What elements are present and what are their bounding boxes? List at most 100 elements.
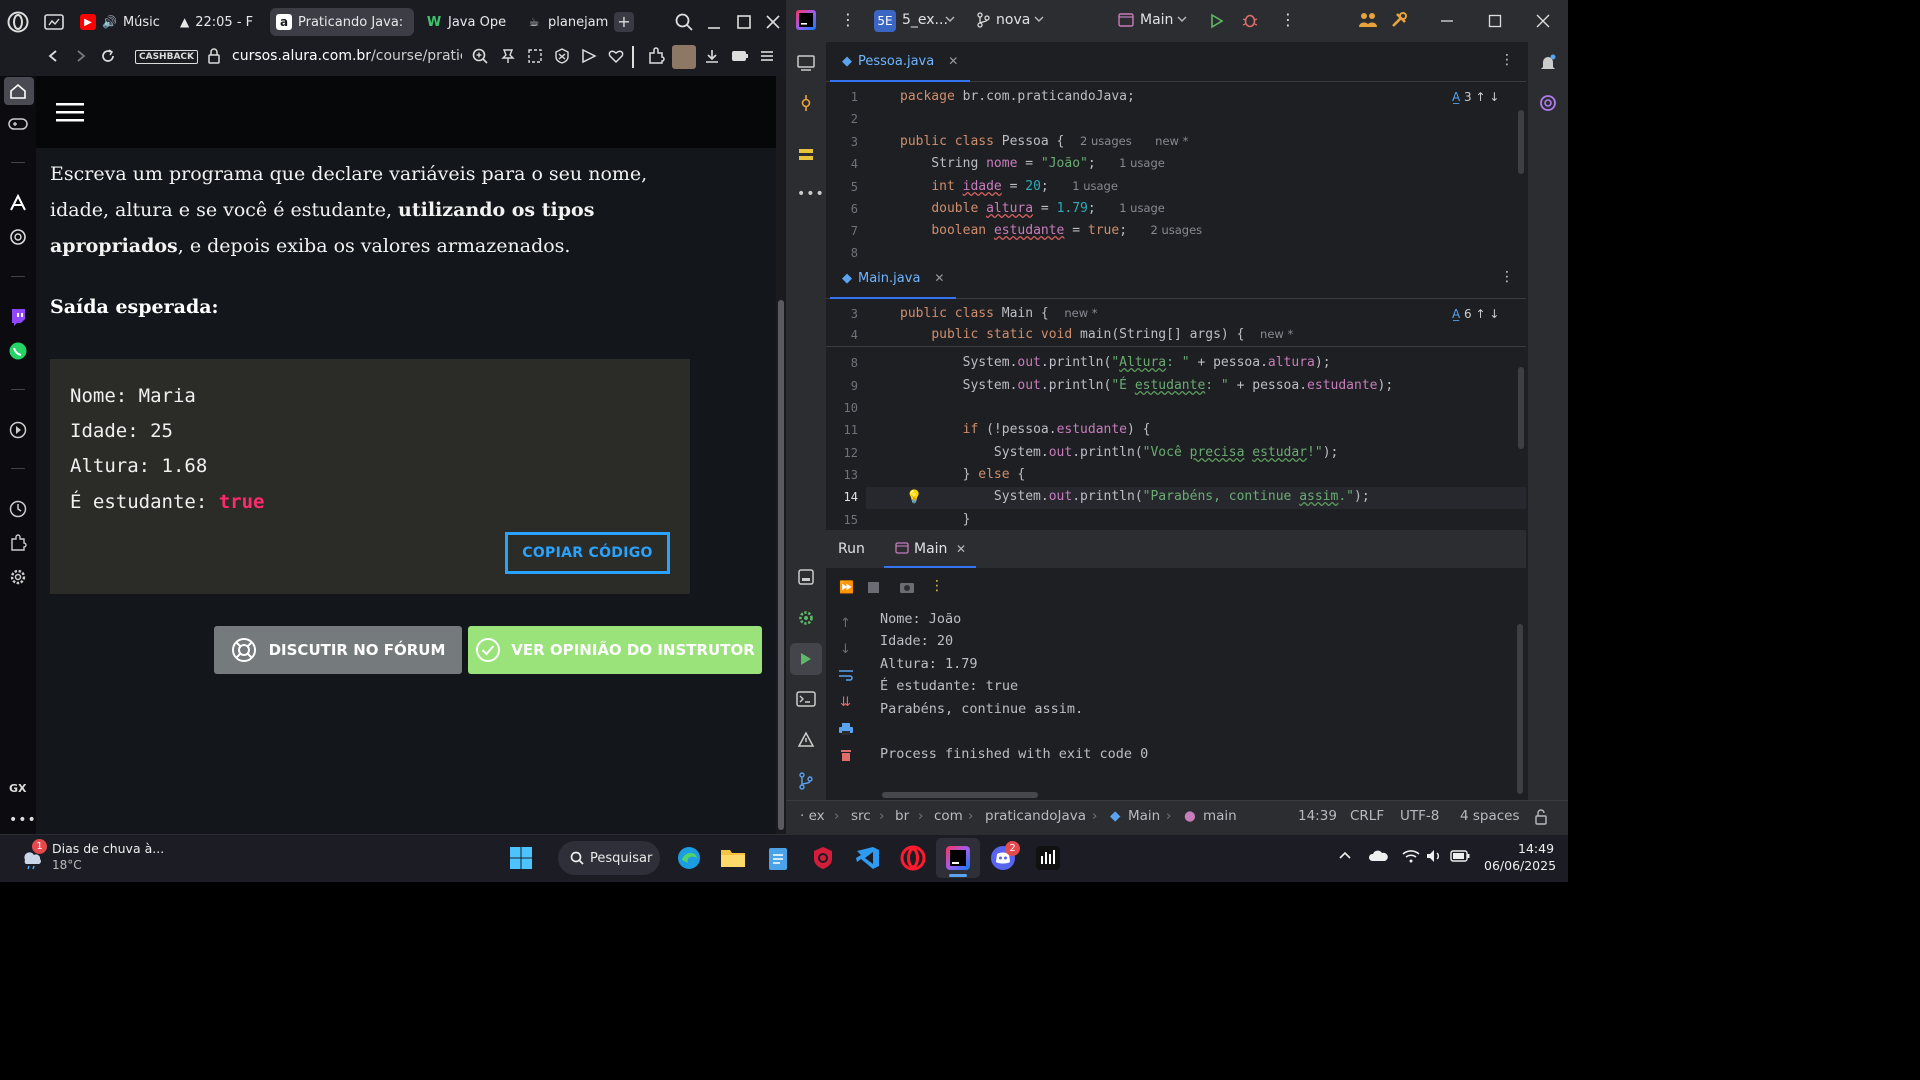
clock-date[interactable]: 06/06/2025 bbox=[1484, 858, 1556, 873]
notepad-icon[interactable] bbox=[763, 843, 793, 873]
minimize-icon[interactable] bbox=[702, 10, 726, 34]
copy-code-button[interactable]: COPIAR CÓDIGO bbox=[505, 532, 670, 574]
scroll-down-icon[interactable]: ↓ bbox=[840, 642, 851, 657]
tab-main-java[interactable]: ◆ Main.java ✕ bbox=[830, 259, 957, 299]
onedrive-icon[interactable] bbox=[1368, 849, 1388, 863]
send-icon[interactable] bbox=[577, 44, 601, 68]
tab-planejam[interactable]: ☕ planejam bbox=[520, 8, 610, 36]
adblock-icon[interactable] bbox=[550, 44, 574, 68]
lock-icon[interactable] bbox=[202, 44, 226, 68]
readonly-lock-icon[interactable] bbox=[1534, 809, 1548, 825]
profile-avatar[interactable] bbox=[672, 45, 696, 69]
new-tab-button[interactable]: + bbox=[614, 12, 634, 32]
console-v-scrollbar[interactable] bbox=[1517, 624, 1523, 794]
problems-indicator[interactable]: A̲ 6 ↑ ↓ bbox=[1452, 307, 1499, 321]
windows-start-icon[interactable] bbox=[506, 843, 536, 873]
ide-minimize-icon[interactable] bbox=[1440, 14, 1454, 28]
breadcrumb-item[interactable]: br bbox=[895, 808, 909, 824]
reload-icon[interactable] bbox=[96, 44, 120, 68]
run-tool-icon[interactable] bbox=[795, 648, 817, 670]
run-more-icon[interactable]: ⋮ bbox=[930, 578, 944, 594]
soft-wrap-icon[interactable] bbox=[838, 668, 854, 682]
ide-maximize-icon[interactable] bbox=[1488, 14, 1502, 28]
indent-setting[interactable]: 4 spaces bbox=[1460, 808, 1520, 824]
opera-icon[interactable] bbox=[898, 843, 928, 873]
search-tabs-icon[interactable] bbox=[672, 10, 696, 34]
battery-icon[interactable] bbox=[1450, 850, 1470, 862]
editor-options-icon[interactable]: ⋮ bbox=[1500, 52, 1514, 68]
project-name[interactable]: 5_ex... bbox=[902, 12, 948, 28]
more-icon[interactable]: ••• bbox=[9, 812, 37, 828]
breadcrumb-item[interactable]: praticandoJava bbox=[985, 808, 1086, 824]
run-config-icon[interactable] bbox=[1118, 13, 1134, 27]
project-tool-icon[interactable] bbox=[795, 52, 817, 74]
services-icon[interactable] bbox=[795, 566, 817, 588]
code-with-me-icon[interactable] bbox=[1358, 11, 1378, 29]
rerun-icon[interactable]: ⏩ bbox=[839, 580, 854, 594]
stop-icon[interactable] bbox=[868, 582, 879, 593]
whatsapp-icon[interactable] bbox=[8, 341, 28, 361]
console-h-scrollbar[interactable] bbox=[882, 792, 1038, 798]
close-tab-icon[interactable]: ✕ bbox=[934, 271, 944, 285]
breadcrumb-item[interactable]: src bbox=[851, 808, 871, 824]
structure-icon[interactable] bbox=[795, 144, 817, 166]
problems-indicator[interactable]: A̲ 3 ↑ ↓ bbox=[1452, 90, 1499, 104]
tab-pessoa-java[interactable]: ◆ Pessoa.java ✕ bbox=[830, 42, 971, 82]
forward-icon[interactable] bbox=[68, 44, 92, 68]
snapshot-icon[interactable] bbox=[523, 44, 547, 68]
main-editor[interactable]: 3 4 public class Main { new * public sta… bbox=[826, 301, 1526, 530]
ai-assistant-icon[interactable] bbox=[1537, 92, 1559, 114]
screenshot-icon[interactable] bbox=[899, 580, 915, 594]
notifications-icon[interactable] bbox=[1537, 52, 1559, 74]
audio-app-icon[interactable] bbox=[1033, 843, 1063, 873]
clock-time[interactable]: 14:49 bbox=[1518, 841, 1554, 856]
editor-options-icon[interactable]: ⋮ bbox=[1500, 269, 1514, 285]
debug-icon[interactable] bbox=[1242, 11, 1258, 29]
chevron-down-icon[interactable] bbox=[1034, 14, 1044, 24]
intellij-logo-icon[interactable] bbox=[796, 10, 816, 30]
tab-youtube-music[interactable]: ▶ 🔊 Músic bbox=[74, 8, 164, 36]
discuss-forum-button[interactable]: DISCUTIR NO FÓRUM bbox=[214, 626, 462, 674]
breadcrumb-item[interactable]: Main bbox=[1128, 808, 1160, 824]
terminal-icon[interactable] bbox=[795, 688, 817, 710]
taskbar-search[interactable]: Pesquisar bbox=[558, 841, 660, 875]
ide-close-icon[interactable] bbox=[1536, 14, 1550, 28]
vscode-icon[interactable] bbox=[853, 843, 883, 873]
run-icon[interactable] bbox=[1210, 13, 1224, 29]
more-tools-icon[interactable]: ••• bbox=[797, 186, 825, 202]
tools-icon[interactable] bbox=[1390, 11, 1408, 29]
download-icon[interactable] bbox=[700, 44, 724, 68]
tab-praticando-java[interactable]: a Praticando Java: bbox=[270, 8, 414, 36]
tab-video[interactable]: ▲ 22:05 - F bbox=[174, 8, 264, 36]
intellij-taskbar-icon[interactable] bbox=[943, 843, 973, 873]
close-icon[interactable] bbox=[761, 10, 785, 34]
more-actions-icon[interactable]: ⋮ bbox=[1280, 10, 1296, 29]
chatgpt-icon[interactable] bbox=[8, 227, 28, 247]
project-badge[interactable]: 5E bbox=[874, 10, 896, 32]
cashback-badge[interactable]: CASHBACK bbox=[135, 50, 198, 64]
main-menu-icon[interactable]: ⋮ bbox=[840, 10, 856, 29]
chevron-down-icon[interactable] bbox=[1177, 14, 1187, 24]
file-explorer-icon[interactable] bbox=[718, 843, 748, 873]
edge-icon[interactable] bbox=[674, 843, 704, 873]
clear-icon[interactable] bbox=[840, 748, 852, 762]
battery-saver-icon[interactable] bbox=[728, 44, 752, 68]
editor-scrollbar[interactable] bbox=[1518, 110, 1524, 174]
instructor-opinion-button[interactable]: VER OPINIÃO DO INSTRUTOR bbox=[468, 626, 762, 674]
zoom-icon[interactable] bbox=[468, 44, 492, 68]
home-icon[interactable] bbox=[8, 81, 28, 101]
breadcrumb-item[interactable]: main bbox=[1203, 808, 1237, 824]
chevron-down-icon[interactable] bbox=[945, 14, 955, 24]
branch-name[interactable]: nova bbox=[996, 12, 1030, 28]
maximize-icon[interactable] bbox=[732, 10, 756, 34]
settings-icon[interactable] bbox=[795, 607, 817, 629]
line-separator[interactable]: CRLF bbox=[1350, 808, 1384, 824]
tray-chevron-up-icon[interactable] bbox=[1338, 850, 1352, 860]
extensions-icon[interactable] bbox=[644, 44, 668, 68]
gamepad-icon[interactable] bbox=[8, 114, 28, 134]
commit-icon[interactable] bbox=[795, 92, 817, 114]
pessoa-editor[interactable]: 1 2 3 4 5 6 7 8 package br.com.praticand… bbox=[826, 84, 1526, 258]
caret-position[interactable]: 14:39 bbox=[1298, 808, 1337, 824]
twitch-icon[interactable] bbox=[8, 307, 28, 327]
player-icon[interactable] bbox=[8, 420, 28, 440]
